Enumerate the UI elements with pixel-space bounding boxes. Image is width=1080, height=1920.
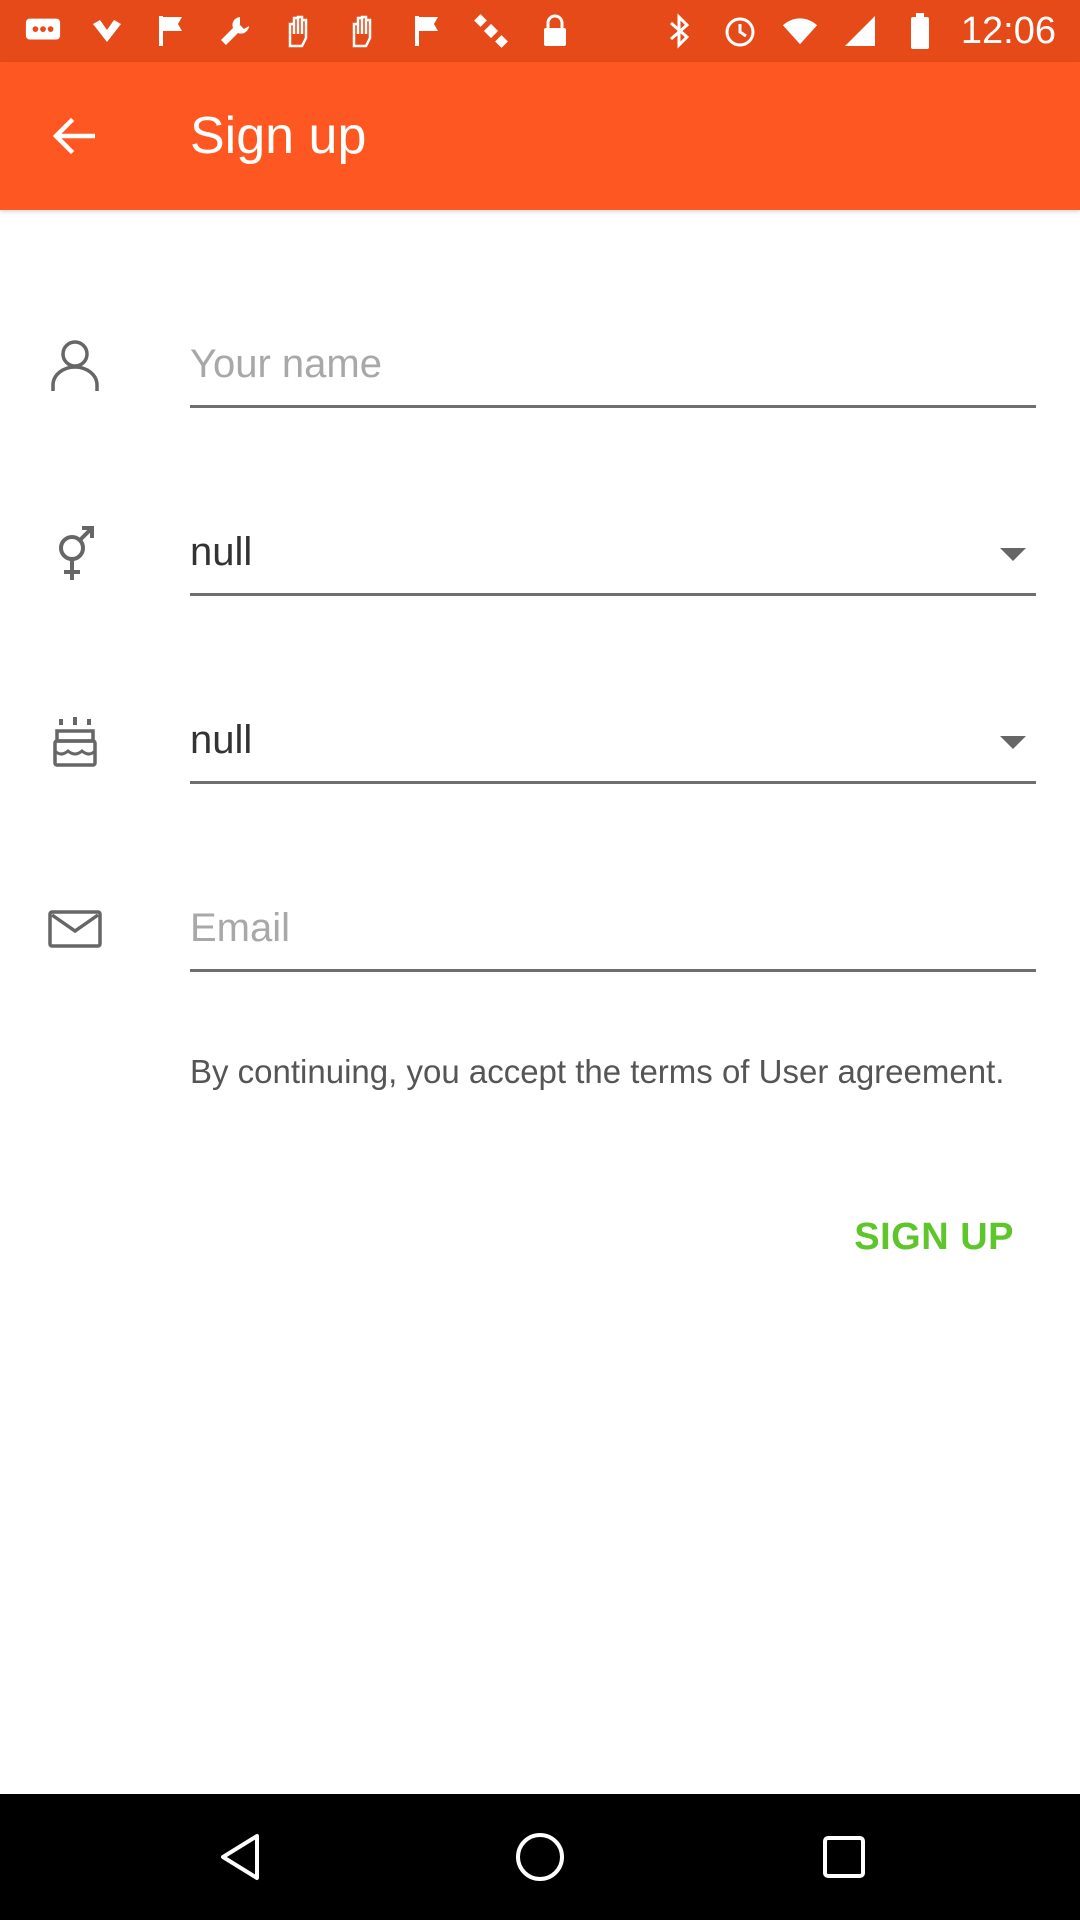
name-field [190,328,1036,408]
dropdown-arrow-icon [1000,736,1026,749]
name-row [0,320,1080,430]
birthday-dropdown[interactable]: null [190,704,1036,784]
recents-nav-icon[interactable] [814,1827,874,1887]
satellite-icon [472,12,510,50]
wrench-icon [216,12,254,50]
bluetooth-icon [661,12,699,50]
terms-text: By continuing, you accept the terms of U… [190,1053,1005,1090]
email-input[interactable] [190,892,1036,964]
home-nav-icon[interactable] [510,1827,570,1887]
gender-icon [40,518,110,588]
birthday-row: null [0,696,1080,806]
system-icons: 12:06 [661,8,1056,54]
status-time: 12:06 [960,10,1056,52]
back-nav-icon[interactable] [210,1827,270,1887]
notification-icons [24,12,574,50]
lock-icon [536,12,574,50]
dropdown-arrow-icon [1000,548,1026,561]
email-row [0,884,1080,994]
gender-dropdown[interactable]: null [190,516,1036,596]
navigation-bar [0,1794,1080,1920]
arrow-back-icon [52,117,95,155]
alarm-icon [721,12,759,50]
signal-icon [841,12,879,50]
hand-icon [280,12,318,50]
gender-row: null [0,508,1080,618]
email-field [190,892,1036,972]
flag-icon [408,12,446,50]
name-input[interactable] [190,328,1036,400]
check-icon [88,12,126,50]
sign-up-button[interactable]: SIGN UP [854,1216,1014,1259]
birthday-value: null [190,718,253,762]
chat-icon [24,12,62,50]
person-icon [40,330,110,400]
app-bar: Sign up [0,62,1080,210]
gender-value: null [190,530,253,574]
flag-icon [152,12,190,50]
page-title: Sign up [190,107,367,165]
mail-icon [40,894,110,964]
wifi-icon [781,12,819,50]
battery-icon [901,12,939,50]
hand-icon [344,12,382,50]
cake-icon [40,706,110,776]
back-button[interactable] [38,106,108,166]
status-bar: 12:06 [0,0,1080,62]
